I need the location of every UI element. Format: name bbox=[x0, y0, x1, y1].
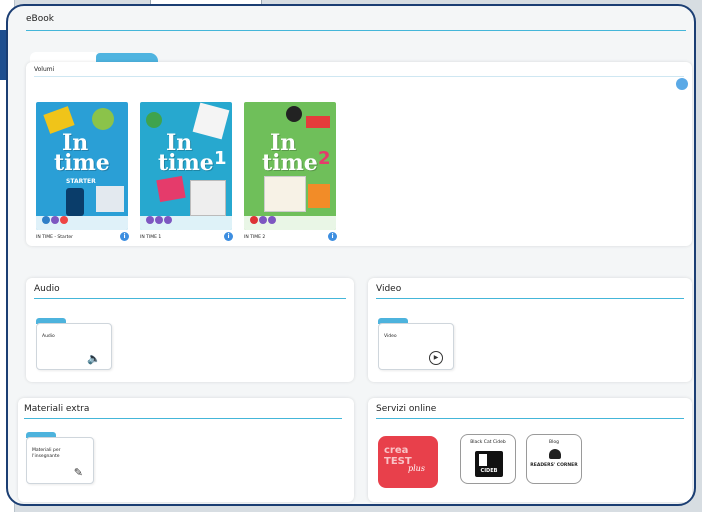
volumes-toggle-icon[interactable] bbox=[676, 78, 688, 90]
extra-folder-label: Materiali per l'insegnante bbox=[32, 448, 61, 459]
extra-folder[interactable]: Materiali per l'insegnante ✎ bbox=[26, 432, 94, 484]
video-folder[interactable]: Video ▶ bbox=[378, 318, 454, 370]
audio-folder[interactable]: Audio 🔈 bbox=[36, 318, 112, 370]
blog-link[interactable]: Blog READERS' CORNER bbox=[526, 434, 582, 484]
book-cover-starter[interactable]: In time STARTER bbox=[36, 102, 128, 230]
book-info-icon-2[interactable]: i bbox=[328, 232, 337, 241]
video-title: Video bbox=[376, 284, 402, 294]
audio-title: Audio bbox=[34, 284, 60, 294]
book-label-2: IN TIME 2 bbox=[244, 235, 266, 240]
video-rule bbox=[376, 298, 684, 299]
header-rule bbox=[26, 30, 686, 31]
extra-card: Materiali extra Materiali per l'insegnan… bbox=[18, 398, 354, 502]
play-circle-icon: ▶ bbox=[429, 351, 443, 365]
speaker-icon: 🔈 bbox=[87, 352, 101, 365]
book-label-starter: IN TIME - Starter bbox=[36, 235, 74, 240]
audio-card: Audio Audio 🔈 bbox=[26, 278, 354, 382]
page-title: eBook bbox=[26, 14, 54, 24]
volumes-title: Volumi bbox=[34, 66, 55, 73]
audio-rule bbox=[34, 298, 346, 299]
services-card: Servizi online crea TEST plus Black Cat … bbox=[368, 398, 692, 502]
book-label-1: IN TIME 1 bbox=[140, 235, 162, 240]
book-cover-2[interactable]: In time 2 bbox=[244, 102, 336, 230]
black-cat-cideb-link[interactable]: Black Cat Cideb CIDEB bbox=[460, 434, 516, 484]
pencil-icon: ✎ bbox=[73, 466, 83, 479]
video-folder-label: Video bbox=[384, 334, 397, 339]
extra-rule bbox=[24, 418, 342, 419]
book-cover-1[interactable]: In time 1 bbox=[140, 102, 232, 230]
book-info-icon-1[interactable]: i bbox=[224, 232, 233, 241]
createst-plus-link[interactable]: crea TEST plus bbox=[378, 436, 438, 488]
black-cat-logo: CIDEB bbox=[475, 451, 503, 477]
book-info-icon-starter[interactable]: i bbox=[120, 232, 129, 241]
audio-folder-label: Audio bbox=[42, 334, 55, 339]
extra-title: Materiali extra bbox=[24, 404, 90, 414]
readers-corner-logo: READERS' CORNER bbox=[530, 463, 578, 468]
black-cat-cideb-label: Black Cat Cideb bbox=[470, 440, 506, 445]
cat-icon bbox=[549, 449, 561, 459]
services-rule bbox=[376, 418, 684, 419]
volumes-rule bbox=[34, 76, 684, 77]
volumes-card: Volumi In time STARTER IN TIME - Starter… bbox=[26, 62, 692, 246]
blog-label: Blog bbox=[549, 440, 559, 445]
video-card: Video Video ▶ bbox=[368, 278, 692, 382]
services-title: Servizi online bbox=[376, 404, 437, 414]
ebook-panel: eBook Volumi In time STARTER IN TIME - S… bbox=[6, 4, 696, 506]
